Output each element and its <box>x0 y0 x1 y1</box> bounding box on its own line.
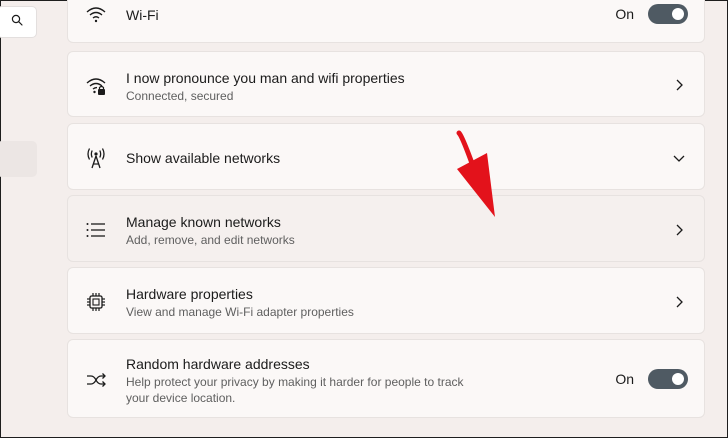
antenna-icon <box>85 147 107 169</box>
annotation-arrow-icon <box>456 130 495 217</box>
wifi-secured-icon <box>85 74 107 96</box>
manage-known-networks-card[interactable]: Manage known networks Add, remove, and e… <box>67 195 705 262</box>
hardware-subtitle: View and manage Wi-Fi adapter properties <box>126 305 354 319</box>
show-available-networks-card[interactable]: Show available networks <box>67 123 705 190</box>
wifi-card[interactable]: Wi-Fi On <box>67 0 705 43</box>
toggle-knob <box>672 373 684 385</box>
network-title: I now pronounce you man and wifi propert… <box>126 70 405 86</box>
known-networks-subtitle: Add, remove, and edit networks <box>126 233 295 247</box>
list-icon <box>85 219 107 241</box>
search-icon <box>11 13 23 31</box>
network-properties-card[interactable]: I now pronounce you man and wifi propert… <box>67 51 705 117</box>
chevron-down-icon <box>672 151 686 165</box>
settings-window: Wi-Fi On I now pronounce you man and wif… <box>0 0 728 438</box>
shuffle-icon <box>85 369 107 391</box>
wifi-title: Wi-Fi <box>126 7 159 23</box>
chevron-right-icon <box>672 223 686 237</box>
chevron-right-icon <box>672 78 686 92</box>
wifi-toggle[interactable] <box>648 4 688 24</box>
network-subtitle: Connected, secured <box>126 89 234 103</box>
hardware-title: Hardware properties <box>126 286 253 302</box>
sidebar <box>0 1 51 438</box>
random-hardware-addresses-card: Random hardware addresses Help protect y… <box>67 339 705 418</box>
wifi-icon <box>85 4 107 26</box>
chevron-right-icon <box>672 295 686 309</box>
hardware-properties-card[interactable]: Hardware properties View and manage Wi-F… <box>67 267 705 334</box>
wifi-toggle-label: On <box>615 6 634 22</box>
random-toggle-label: On <box>615 371 634 387</box>
random-hardware-toggle[interactable] <box>648 369 688 389</box>
toggle-knob <box>672 8 684 20</box>
search-button[interactable] <box>0 6 37 38</box>
sidebar-item-network[interactable] <box>0 141 37 177</box>
random-title: Random hardware addresses <box>126 356 310 372</box>
chip-icon <box>85 291 107 313</box>
random-subtitle: Help protect your privacy by making it h… <box>126 375 464 405</box>
